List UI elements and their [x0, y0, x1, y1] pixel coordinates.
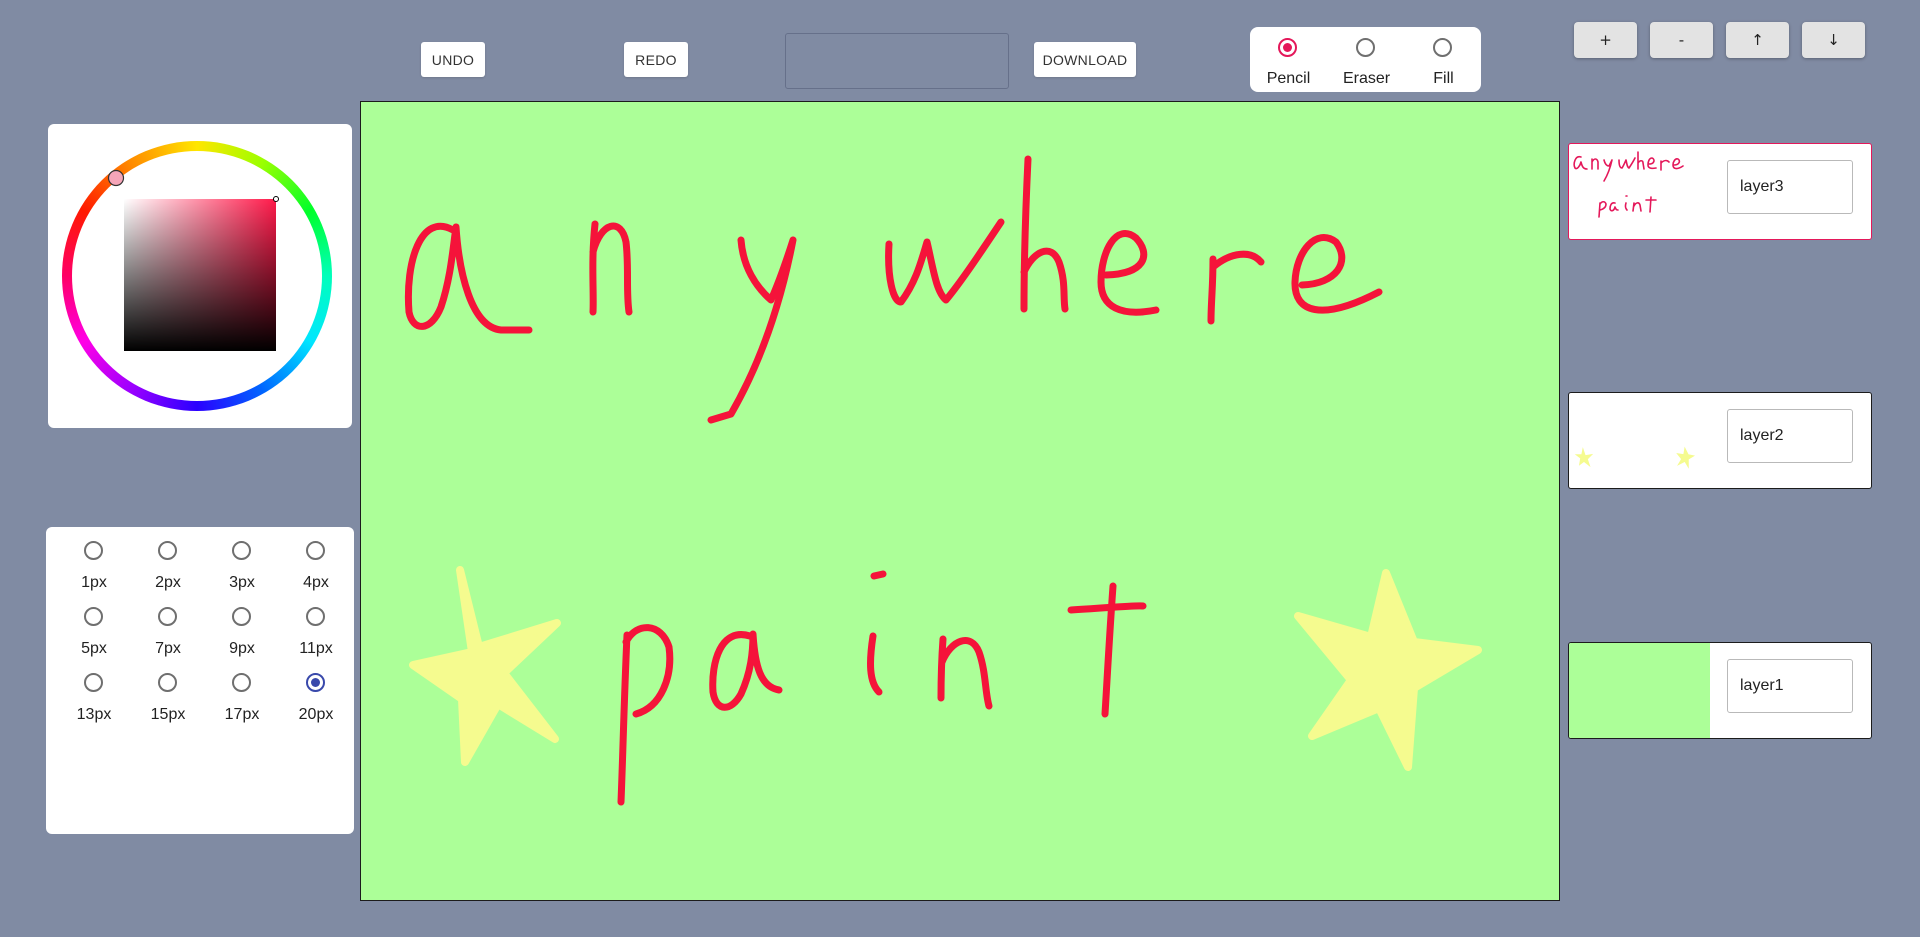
layer-thumbnail	[1569, 643, 1710, 738]
size-label: 20px	[298, 706, 334, 723]
pencil-label: Pencil	[1266, 70, 1311, 87]
size-radio[interactable]	[158, 673, 177, 692]
tool-fill[interactable]: Fill	[1405, 27, 1482, 92]
size-option[interactable]: 17px	[205, 673, 279, 739]
brush-size-panel: 1px 2px 3px 4px 5px 7px 9px 11px 13px 15…	[46, 527, 354, 834]
size-option[interactable]: 3px	[205, 541, 279, 607]
color-picker	[48, 124, 352, 428]
size-label: 13px	[76, 706, 112, 723]
size-option[interactable]: 15px	[131, 673, 205, 739]
pencil-radio[interactable]	[1278, 38, 1297, 57]
color-wheel[interactable]	[48, 124, 352, 428]
layer-thumbnail	[1573, 151, 1684, 218]
size-option[interactable]: 11px	[279, 607, 353, 673]
size-label: 5px	[81, 640, 107, 657]
eraser-radio[interactable]	[1356, 38, 1375, 57]
size-radio[interactable]	[158, 607, 177, 626]
layer-card-layer2[interactable]	[1568, 392, 1872, 489]
layer-thumbnail	[1574, 446, 1696, 469]
size-option[interactable]: 7px	[131, 607, 205, 673]
size-radio[interactable]	[232, 607, 251, 626]
layer-name-input[interactable]	[1727, 659, 1853, 713]
star-right	[1294, 569, 1482, 771]
size-radio[interactable]	[232, 673, 251, 692]
move-layer-down-button[interactable]: ↓	[1802, 22, 1865, 58]
fill-label: Fill	[1433, 70, 1454, 87]
size-label: 7px	[155, 640, 181, 657]
tool-selector: Pencil Eraser Fill	[1250, 27, 1481, 92]
layer-card-layer1[interactable]	[1568, 642, 1872, 739]
layer-name-input[interactable]	[1727, 409, 1853, 463]
size-label: 3px	[229, 574, 255, 591]
layer-name-input[interactable]	[1727, 160, 1853, 214]
canvas-drawing	[404, 155, 1482, 806]
size-option[interactable]: 4px	[279, 541, 353, 607]
size-label: 1px	[81, 574, 107, 591]
download-button[interactable]: DOWNLOAD	[1034, 42, 1136, 77]
size-option[interactable]: 20px	[279, 673, 353, 739]
size-option[interactable]: 13px	[57, 673, 131, 739]
size-radio[interactable]	[158, 541, 177, 560]
size-option[interactable]: 5px	[57, 607, 131, 673]
size-radio[interactable]	[84, 673, 103, 692]
layer-card-layer3[interactable]	[1568, 143, 1872, 240]
size-option[interactable]: 9px	[205, 607, 279, 673]
size-radio[interactable]	[306, 607, 325, 626]
eraser-label: Eraser	[1342, 70, 1391, 87]
color-square-handle[interactable]	[273, 196, 279, 202]
size-label: 4px	[303, 574, 329, 591]
redo-button[interactable]: REDO	[624, 42, 688, 77]
status-box	[785, 33, 1009, 89]
size-label: 17px	[224, 706, 260, 723]
size-label: 9px	[229, 640, 255, 657]
undo-button[interactable]: UNDO	[421, 42, 485, 77]
hue-ring-handle[interactable]	[107, 169, 125, 187]
size-radio[interactable]	[306, 673, 325, 692]
star-left	[409, 566, 561, 766]
tool-pencil[interactable]: Pencil	[1250, 27, 1327, 92]
add-layer-button[interactable]: +	[1574, 22, 1637, 58]
size-radio[interactable]	[306, 541, 325, 560]
size-radio[interactable]	[232, 541, 251, 560]
size-radio[interactable]	[84, 541, 103, 560]
fill-radio[interactable]	[1433, 38, 1452, 57]
size-label: 2px	[155, 574, 181, 591]
drawing-canvas[interactable]	[360, 101, 1560, 901]
handwriting	[404, 155, 1383, 806]
remove-layer-button[interactable]: -	[1650, 22, 1713, 58]
size-option[interactable]: 2px	[131, 541, 205, 607]
size-label: 11px	[299, 640, 333, 657]
size-option[interactable]: 1px	[57, 541, 131, 607]
tool-eraser[interactable]: Eraser	[1328, 27, 1405, 92]
size-radio[interactable]	[84, 607, 103, 626]
move-layer-up-button[interactable]: ↑	[1726, 22, 1789, 58]
size-label: 15px	[150, 706, 186, 723]
